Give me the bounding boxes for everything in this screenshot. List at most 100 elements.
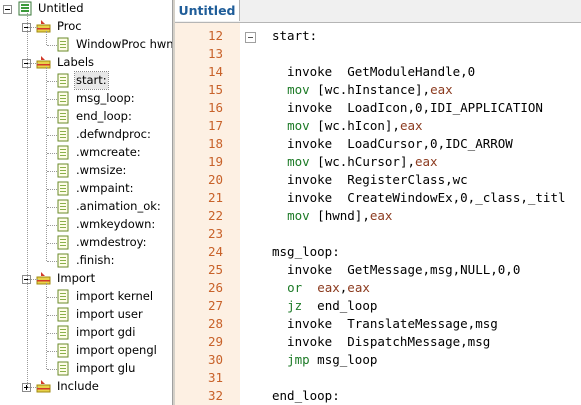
tree-node-label: Proc [57,19,82,33]
tree-guide-line [28,27,38,28]
tree-node-label: import opengl [76,343,157,357]
code-line[interactable]: invoke LoadIcon,0,IDI_APPLICATION [272,99,543,117]
tree-item-import[interactable]: import kernel [0,288,172,305]
tree-item-import[interactable]: import opengl [0,342,172,359]
code-text: end_loop: [272,388,340,403]
code-keyword: mov [287,208,310,223]
tree-item-import[interactable]: import user [0,306,172,323]
tree-guide-line [47,207,57,208]
code-line[interactable]: mov [wc.hInstance],eax [272,81,453,99]
tree-group-proc[interactable]: Proc [0,18,172,35]
tree-group-include[interactable]: Include [0,378,172,395]
tree-guide-line [47,351,57,352]
tree-root[interactable]: Untitled [0,0,172,17]
code-line[interactable]: jz end_loop [272,297,377,315]
code-text: invoke LoadIcon,0,IDI_APPLICATION [272,100,543,115]
item-icon [55,73,71,88]
code-line[interactable]: invoke LoadCursor,0,IDC_ARROW [272,135,513,153]
code-line[interactable]: msg_loop: [272,243,340,261]
line-number: 27 [207,298,223,313]
code-line[interactable]: end_loop: [272,387,340,405]
code-keyword: jmp [287,352,310,367]
tree-guide-line [28,63,38,64]
tree-item-label[interactable]: end_loop: [0,108,172,125]
tree-item-proc[interactable]: WindowProc hwn [0,36,172,53]
code-line[interactable]: mov [wc.hCursor],eax [272,153,438,171]
tree-item-label[interactable]: .animation_ok: [0,198,172,215]
item-icon [55,361,71,376]
tree-item-import[interactable]: import glu [0,360,172,377]
code-line[interactable]: invoke TranslateMessage,msg [272,315,498,333]
code-register: eax [399,118,423,133]
code-register: eax [430,82,453,97]
tree-guide-line [47,333,57,334]
line-number: 21 [207,190,223,205]
code-line[interactable]: invoke GetModuleHandle,0 [272,63,475,81]
line-number: 32 [207,388,223,403]
tree-group-import[interactable]: Import [0,270,172,287]
tree-item-label[interactable]: .wmcreate: [0,144,172,161]
tree-item-label[interactable]: start: [0,71,172,90]
tree-item-label[interactable]: .finish: [0,252,172,269]
item-icon [55,217,71,232]
tree-item-label[interactable]: .wmsize: [0,162,172,179]
code-text: [wc.hIcon], [309,118,400,133]
code-line[interactable]: mov [hwnd],eax [272,207,392,225]
tab-untitled[interactable]: Untitled [175,0,240,21]
line-number: 26 [207,280,223,295]
tree-guide-line [27,13,28,387]
code-line[interactable]: jmp msg_loop [272,351,377,369]
line-number: 31 [207,370,223,385]
code-text: invoke CreateWindowEx,0,_class,_titl [272,190,566,205]
code-text: start: [272,28,318,43]
tree-guide-line [47,189,57,190]
code-text: invoke GetMessage,msg,NULL,0,0 [272,262,521,277]
code-text: invoke TranslateMessage,msg [272,316,498,331]
code-register: eax [415,154,438,169]
tree-guide-line [47,225,57,226]
code-line[interactable]: invoke GetMessage,msg,NULL,0,0 [272,261,520,279]
code-line[interactable]: invoke DispatchMessage,msg [272,333,490,351]
tree-item-label[interactable]: .wmdestroy: [0,234,172,251]
tree-group-labels[interactable]: Labels [0,54,172,71]
line-number: 13 [207,46,223,61]
project-tree[interactable]: Untitled Proc WindowProc hwn Labels start: ms… [0,0,172,405]
folder-icon [36,379,52,394]
tree-item-label[interactable]: .wmpaint: [0,180,172,197]
folder-icon [36,271,52,286]
line-number: 22 [207,208,223,223]
item-icon [55,307,71,322]
line-number: 24 [207,244,223,259]
line-number: 15 [207,82,223,97]
tree-item-label[interactable]: .wmkeydown: [0,216,172,233]
code-line[interactable]: mov [wc.hIcon],eax [272,117,423,135]
tree-guide-line [47,171,57,172]
code-line[interactable]: start: [272,27,317,45]
line-number: 16 [207,100,223,115]
folder-icon [36,19,52,34]
collapse-icon[interactable] [3,5,12,14]
fold-collapse-icon[interactable] [245,32,256,43]
code-line[interactable]: or eax,eax [272,279,370,297]
line-number: 23 [207,226,223,241]
item-icon [55,253,71,268]
tree-node-label: Include [57,379,99,393]
code-line[interactable]: invoke RegisterClass,wc [272,171,468,189]
tree-item-import[interactable]: import gdi [0,324,172,341]
tree-item-label[interactable]: .defwndproc: [0,126,172,143]
tree-guide-line [28,387,38,388]
tree-guide-line [47,369,57,370]
code-register: eax [317,280,340,295]
line-number: 25 [207,262,223,277]
tree-item-label[interactable]: msg_loop: [0,90,172,107]
tree-node-label: .wmkeydown: [76,217,156,231]
code-line[interactable]: invoke CreateWindowEx,0,_class,_titl [272,189,566,207]
tree-guide-line [47,117,57,118]
item-icon [55,181,71,196]
code-keyword: or [287,280,303,295]
